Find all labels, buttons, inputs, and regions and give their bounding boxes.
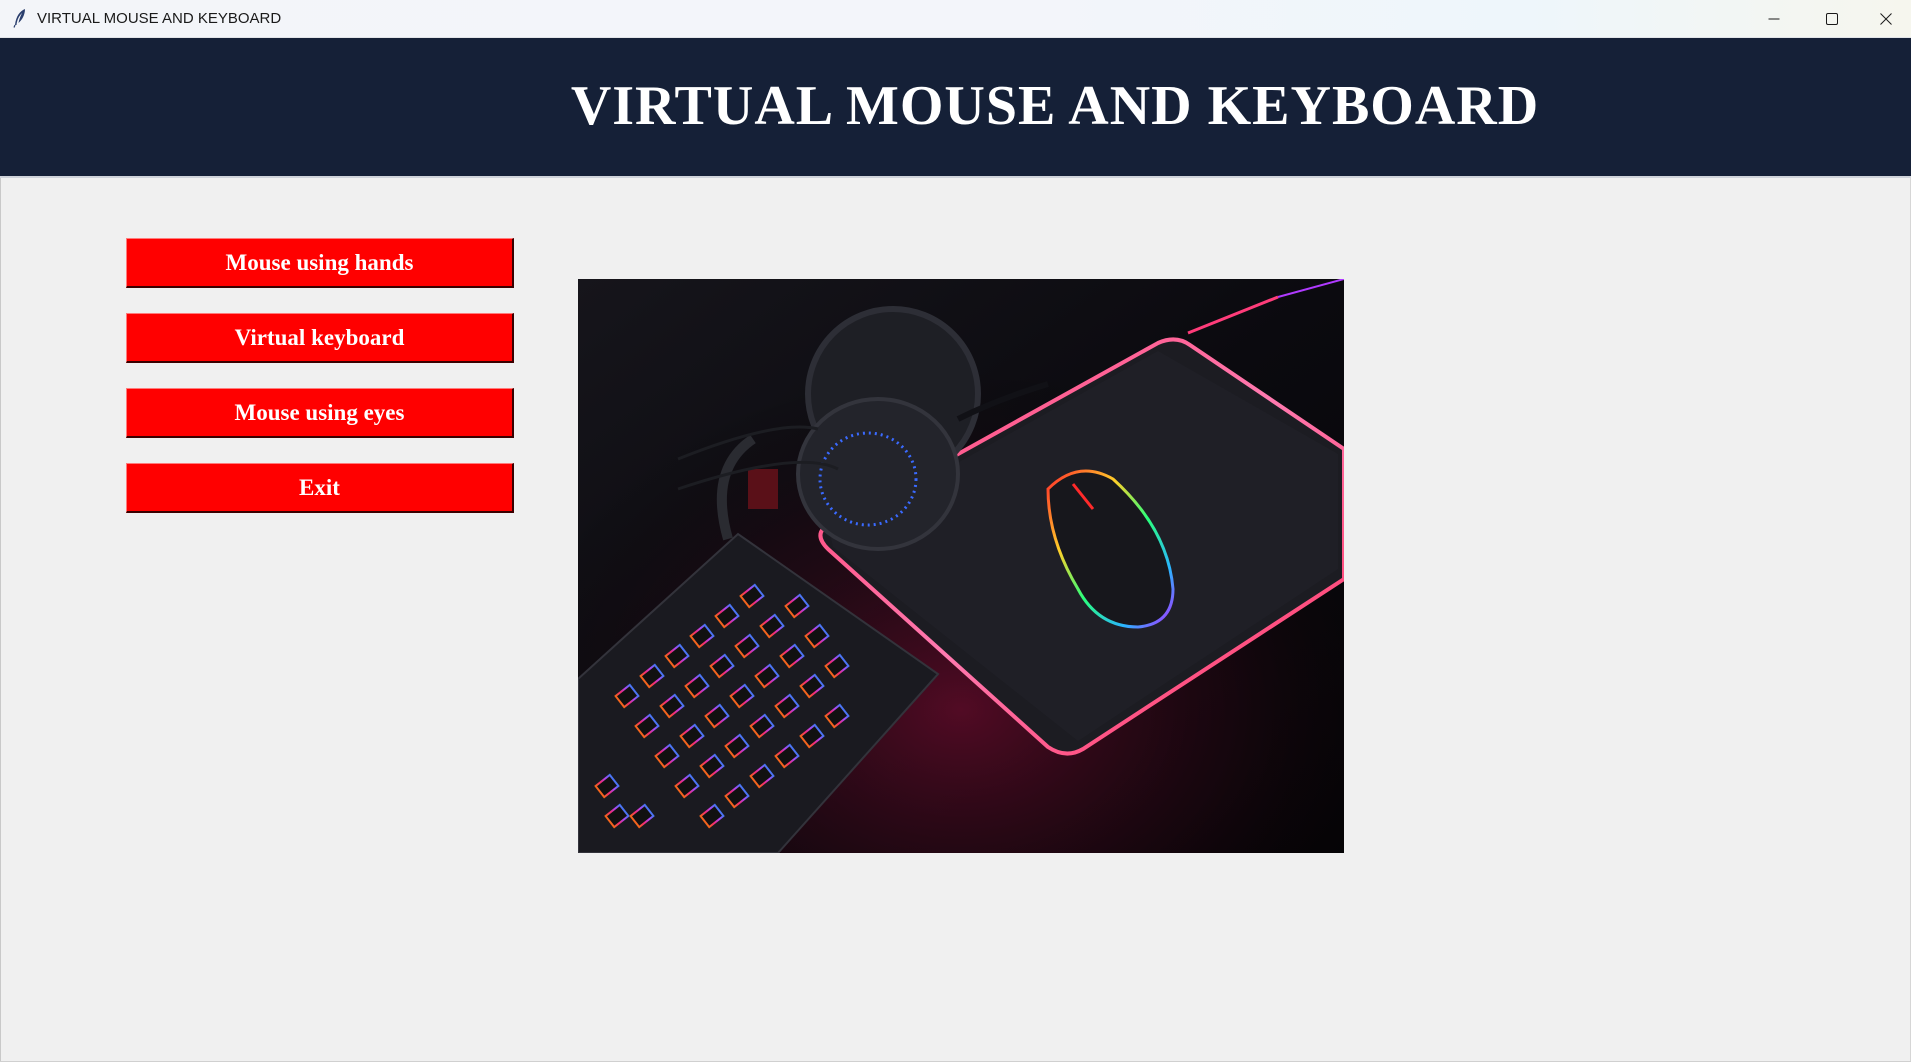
app-window: VIRTUAL MOUSE AND KEYBOARD VIRTUAL MOUSE… xyxy=(0,0,1911,1062)
window-title: VIRTUAL MOUSE AND KEYBOARD xyxy=(37,10,282,27)
header-banner: VIRTUAL MOUSE AND KEYBOARD xyxy=(0,38,1911,178)
maximize-button[interactable] xyxy=(1803,0,1861,38)
minimize-icon xyxy=(1768,18,1780,20)
gaming-setup-image xyxy=(578,279,1344,853)
mouse-using-eyes-button[interactable]: Mouse using eyes xyxy=(126,388,514,438)
window-left-border xyxy=(0,178,1,1062)
maximize-icon xyxy=(1826,13,1838,25)
minimize-button[interactable] xyxy=(1745,0,1803,38)
exit-button[interactable]: Exit xyxy=(126,463,514,513)
close-icon xyxy=(1880,13,1892,25)
feather-icon xyxy=(13,9,25,28)
close-button[interactable] xyxy=(1861,0,1911,38)
virtual-keyboard-button[interactable]: Virtual keyboard xyxy=(126,313,514,363)
title-bar[interactable]: VIRTUAL MOUSE AND KEYBOARD xyxy=(0,0,1911,38)
mouse-using-hands-button[interactable]: Mouse using hands xyxy=(126,238,514,288)
page-title: VIRTUAL MOUSE AND KEYBOARD xyxy=(570,75,1540,137)
